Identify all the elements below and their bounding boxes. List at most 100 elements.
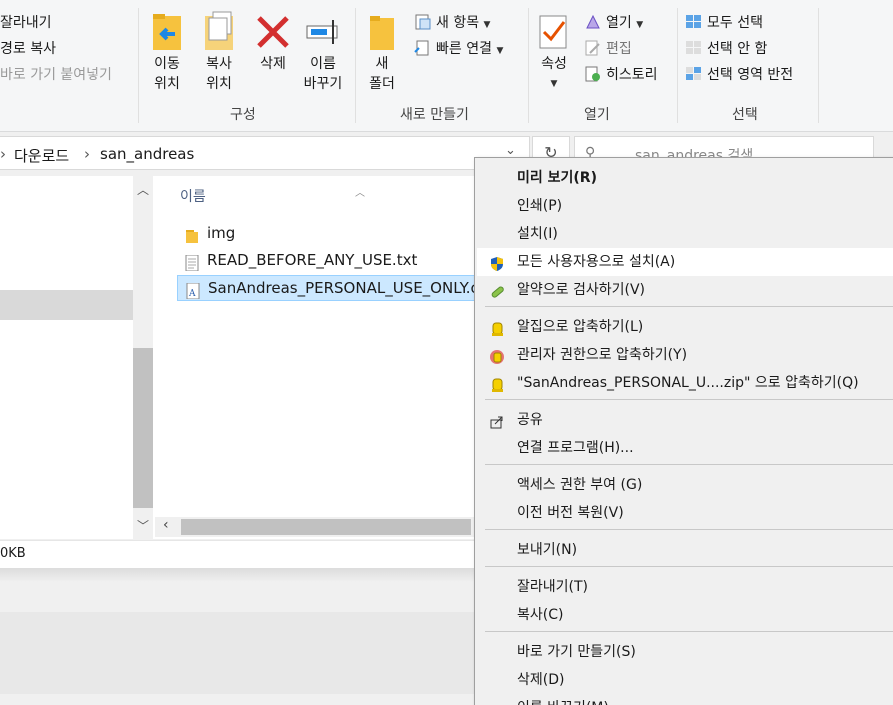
ribbon: 잘라내기 경로 복사 바로 가기 붙여넣기 이동 위치 복사 위치 삭제 이름 …: [0, 0, 893, 132]
menu-item-create-shortcut[interactable]: 바로 가기 만들기(S): [477, 638, 893, 666]
select-none-label: 선택 안 함: [707, 41, 768, 57]
menu-item-send-to[interactable]: 보내기(N): [477, 536, 893, 564]
menu-item-preview[interactable]: 미리 보기(R): [477, 164, 893, 192]
list-item-selected[interactable]: A SanAndreas_PERSONAL_USE_ONLY.otf: [177, 275, 491, 301]
alzip-admin-icon: [489, 347, 505, 364]
menu-item-give-access[interactable]: 액세스 권한 부여 (G): [477, 471, 893, 499]
menu-item-install[interactable]: 설치(I): [477, 220, 893, 248]
copy-path-button[interactable]: 경로 복사: [0, 38, 56, 58]
invert-selection-button[interactable]: 선택 영역 반전: [685, 64, 793, 84]
menu-separator: [485, 464, 893, 465]
horizontal-scroll-thumb[interactable]: [181, 519, 471, 535]
new-item-button[interactable]: 새 항목 ▼: [414, 12, 490, 32]
select-none-icon: [685, 40, 703, 56]
menu-item-compress-to-zip[interactable]: "SanAndreas_PERSONAL_U....zip" 으로 압축하기(Q…: [477, 369, 893, 397]
delete-label: 삭제: [260, 56, 286, 72]
copy-folder-icon: [199, 10, 239, 54]
column-header-label: 이름: [180, 189, 206, 205]
alzip-icon: [489, 375, 505, 392]
list-item[interactable]: img: [177, 221, 477, 247]
select-all-button[interactable]: 모두 선택: [685, 12, 763, 32]
nav-scrollbar[interactable]: ︿ ﹀: [133, 176, 153, 539]
menu-item-install-all-users[interactable]: 모든 사용자용으로 설치(A): [477, 248, 893, 276]
menu-item-print[interactable]: 인쇄(P): [477, 192, 893, 220]
window-shadow: [0, 568, 475, 582]
edit-icon: [584, 40, 602, 56]
menu-separator: [485, 399, 893, 400]
menu-item-cut[interactable]: 잘라내기(T): [477, 573, 893, 601]
new-group-label: 새로 만들기: [400, 107, 469, 123]
breadcrumb-chevron-icon: ›: [84, 145, 90, 163]
file-name: SanAndreas_PERSONAL_USE_ONLY.otf: [208, 279, 491, 297]
svg-text:A: A: [188, 289, 196, 299]
scroll-left-icon[interactable]: ‹: [163, 517, 169, 533]
properties-check-icon: [534, 10, 574, 54]
status-bar: 0KB: [0, 540, 475, 568]
menu-item-open-with[interactable]: 연결 프로그램(H)...: [477, 434, 893, 462]
scroll-down-icon[interactable]: ﹀: [133, 516, 153, 536]
new-item-icon: [414, 14, 432, 30]
history-button[interactable]: 히스토리: [584, 64, 658, 84]
edit-button[interactable]: 편집: [584, 38, 632, 58]
organize-group-label: 구성: [230, 107, 256, 123]
properties-label: 속성: [541, 56, 567, 72]
menu-item-alyac-scan[interactable]: 알약으로 검사하기(V): [477, 276, 893, 304]
select-none-button[interactable]: 선택 안 함: [685, 38, 767, 58]
open-group-label: 열기: [584, 107, 610, 123]
sort-up-icon: ︿: [355, 188, 365, 199]
menu-item-delete[interactable]: 삭제(D): [477, 666, 893, 694]
history-icon: [584, 66, 602, 82]
breadcrumb-downloads[interactable]: 다운로드: [14, 145, 69, 166]
menu-item-copy[interactable]: 복사(C): [477, 601, 893, 629]
menu-separator: [485, 631, 893, 632]
easy-access-button[interactable]: 빠른 연결 ▼: [414, 38, 503, 58]
copy-to-button[interactable]: 복사 위치: [196, 10, 242, 94]
easy-access-icon: [414, 40, 432, 56]
menu-item-share[interactable]: 공유: [477, 406, 893, 434]
scroll-up-icon[interactable]: ︿: [133, 180, 153, 200]
menu-item-rename[interactable]: 이름 바꾸기(M): [477, 694, 893, 705]
folder-icon: [184, 226, 200, 243]
navigation-pane: ︿ ﹀: [0, 176, 155, 539]
list-item[interactable]: READ_BEFORE_ANY_USE.txt: [177, 248, 477, 274]
select-all-icon: [685, 14, 703, 30]
open-button[interactable]: 열기 ▼: [584, 12, 643, 32]
rename-button[interactable]: 이름 바꾸기: [300, 10, 346, 94]
menu-item-restore-previous[interactable]: 이전 버전 복원(V): [477, 499, 893, 527]
context-menu: 미리 보기(R) 인쇄(P) 설치(I) 모든 사용자용으로 설치(A) 알약으…: [474, 157, 893, 705]
file-name: READ_BEFORE_ANY_USE.txt: [207, 251, 418, 269]
delete-button[interactable]: 삭제: [252, 10, 294, 74]
new-folder-button[interactable]: 새 폴더: [362, 10, 402, 94]
pill-icon: [489, 282, 505, 298]
text-file-icon: [184, 253, 200, 272]
open-label: 열기: [606, 15, 632, 31]
delete-x-icon: [253, 10, 293, 54]
history-label: 히스토리: [606, 67, 658, 83]
cut-button[interactable]: 잘라내기: [0, 12, 52, 32]
file-name: img: [207, 224, 236, 242]
share-icon: [489, 412, 505, 429]
open-icon: [584, 14, 602, 30]
alzip-icon: [489, 319, 505, 336]
select-all-label: 모두 선택: [707, 15, 763, 31]
move-folder-icon: [147, 10, 187, 54]
menu-item-alzip-compress[interactable]: 알집으로 압축하기(L): [477, 313, 893, 341]
horizontal-scrollbar[interactable]: ‹: [155, 517, 475, 537]
breadcrumb-san-andreas[interactable]: san_andreas: [100, 145, 194, 163]
nav-selected-item[interactable]: [0, 290, 133, 320]
invert-selection-label: 선택 영역 반전: [707, 67, 794, 83]
menu-item-alzip-admin[interactable]: 관리자 권한으로 압축하기(Y): [477, 341, 893, 369]
menu-separator: [485, 529, 893, 530]
status-size: 0KB: [0, 546, 26, 561]
breadcrumb-chevron-icon: ›: [0, 145, 6, 163]
move-to-button[interactable]: 이동 위치: [144, 10, 190, 94]
address-dropdown-icon[interactable]: ⌄: [505, 143, 516, 158]
new-item-label: 새 항목: [436, 15, 480, 31]
address-bar[interactable]: › 다운로드 › san_andreas ⌄: [0, 136, 530, 170]
invert-selection-icon: [685, 66, 703, 82]
scroll-thumb[interactable]: [133, 348, 153, 508]
paste-shortcut-button[interactable]: 바로 가기 붙여넣기: [0, 64, 112, 84]
properties-button[interactable]: 속성 ▼: [534, 10, 574, 94]
column-header-name[interactable]: ︿ 이름: [180, 186, 365, 206]
easy-access-label: 빠른 연결: [436, 41, 492, 57]
